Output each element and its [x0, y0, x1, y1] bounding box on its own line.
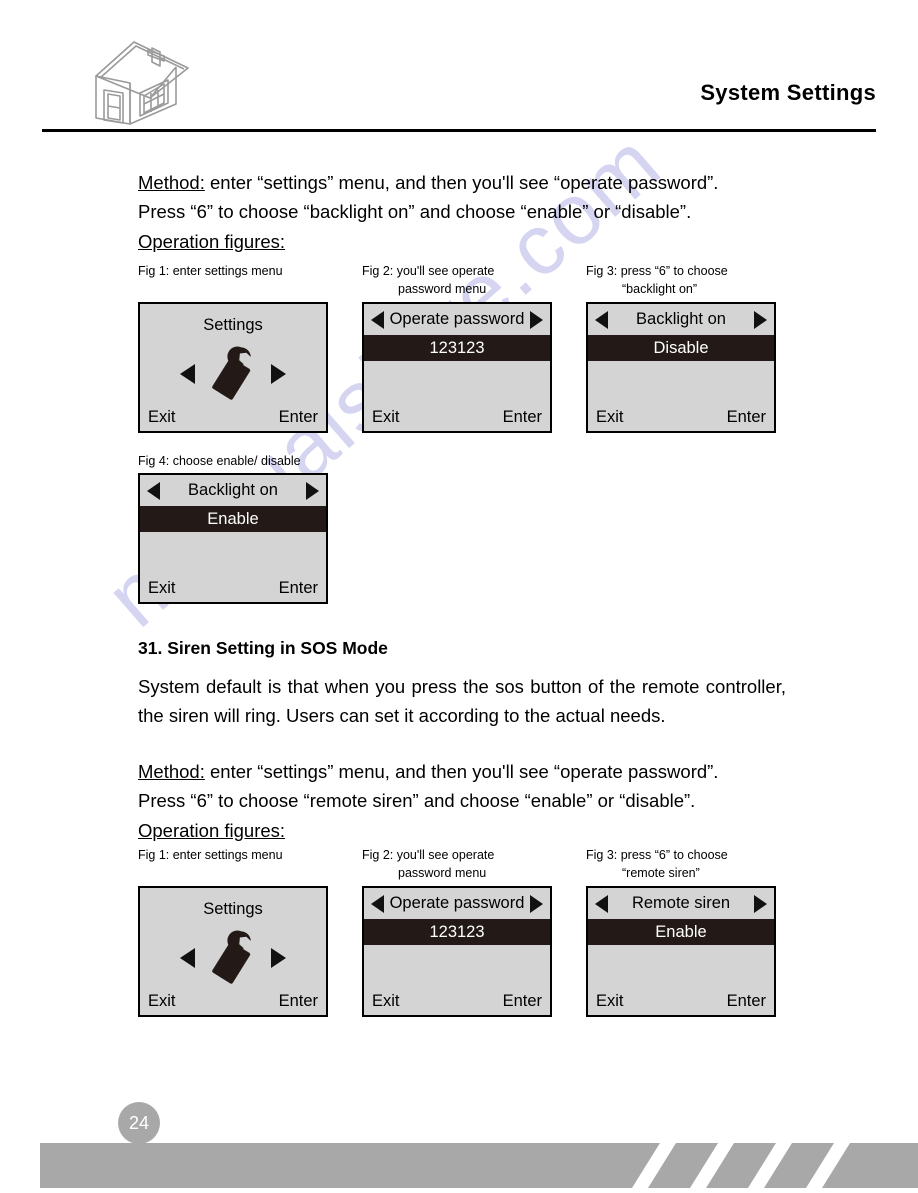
wrench-icon: [206, 927, 260, 989]
method-label-2: Method:: [138, 761, 205, 782]
lcd-footer-g1-settings: Exit Enter: [140, 408, 326, 427]
method-text-1: enter “settings” menu, and then you'll s…: [204, 172, 719, 193]
exit-label[interactable]: Exit: [372, 408, 400, 427]
arrow-right-icon[interactable]: [271, 364, 286, 384]
lcd-title-g1-settings: Settings: [203, 316, 263, 334]
lcd-title-row-g1-fig2: Operate password: [364, 304, 550, 335]
lcd-title-g1-fig4: Backlight on: [188, 481, 278, 499]
exit-label[interactable]: Exit: [148, 408, 176, 427]
arrow-right-icon[interactable]: [271, 948, 286, 968]
method-text-2: enter “settings” menu, and then you'll s…: [204, 761, 719, 782]
section-31-body: System default is that when you press th…: [138, 676, 786, 726]
operation-figures-label-2: Operation figures:: [138, 820, 286, 841]
method-label-1: Method:: [138, 172, 205, 193]
exit-label[interactable]: Exit: [148, 992, 176, 1011]
figure-caption-g1-fig2: Fig 2: you'll see operate password menu: [362, 264, 495, 296]
lcd-highlight-value-g1-fig3: Disable: [653, 338, 709, 357]
figure-caption-g1-fig1: Fig 1: enter settings menu: [138, 264, 283, 278]
arrow-left-icon[interactable]: [595, 894, 608, 913]
lcd-title-g1-fig3: Backlight on: [636, 310, 726, 328]
lcd-title-row-g2-fig2: Operate password: [364, 888, 550, 919]
exit-label[interactable]: Exit: [596, 408, 624, 427]
lcd-title-g2-fig2: Operate password: [389, 894, 525, 912]
figure-caption-g2-fig3: Fig 3: press “6” to choose “remote siren…: [586, 848, 728, 880]
lcd-highlight-value-g2-fig3: Enable: [655, 922, 707, 941]
lcd-highlight-row-g2-fig3[interactable]: Enable: [588, 919, 774, 945]
method-line2-2: Press “6” to choose “remote siren” and c…: [138, 790, 696, 811]
arrow-left-icon[interactable]: [180, 364, 195, 384]
figure-caption-g1-fig3: Fig 3: press “6” to choose “backlight on…: [586, 264, 728, 296]
method-paragraph-1: Method: enter “settings” menu, and then …: [138, 168, 786, 226]
arrow-right-icon[interactable]: [754, 310, 767, 329]
lcd-footer-g2-fig2: Exit Enter: [364, 992, 550, 1011]
house-icon: [90, 36, 194, 126]
lcd-highlight-row-g1-fig3[interactable]: Disable: [588, 335, 774, 361]
enter-label[interactable]: Enter: [279, 579, 318, 598]
lcd-footer-g1-fig2: Exit Enter: [364, 408, 550, 427]
lcd-panel-g1-backlight-disable[interactable]: Backlight on Disable Exit Enter: [586, 302, 776, 433]
lcd-footer-g2-fig3: Exit Enter: [588, 992, 774, 1011]
exit-label[interactable]: Exit: [596, 992, 624, 1011]
lcd-highlight-value-g1-fig4: Enable: [207, 509, 259, 528]
lcd-title-g1-fig2: Operate password: [389, 310, 525, 328]
exit-label[interactable]: Exit: [372, 992, 400, 1011]
arrow-left-icon[interactable]: [371, 894, 384, 913]
lcd-highlight-value-g2-fig2: 123123: [429, 922, 485, 941]
lcd-nav-row-g2-settings: [140, 930, 326, 986]
figure-caption-g2-fig2: Fig 2: you'll see operate password menu: [362, 848, 495, 880]
page-footer: 24: [0, 1080, 918, 1188]
exit-label[interactable]: Exit: [148, 579, 176, 598]
page-title: System Settings: [700, 80, 876, 105]
arrow-right-icon[interactable]: [306, 481, 319, 500]
figure-caption-g1-fig4: Fig 4: choose enable/ disable: [138, 454, 301, 468]
enter-label[interactable]: Enter: [503, 992, 542, 1011]
lcd-panel-g1-operate-password[interactable]: Operate password 123123 Exit Enter: [362, 302, 552, 433]
lcd-panel-g2-remote-siren[interactable]: Remote siren Enable Exit Enter: [586, 886, 776, 1017]
lcd-highlight-row-g1-fig4[interactable]: Enable: [140, 506, 326, 532]
lcd-title-row-g1-fig4: Backlight on: [140, 475, 326, 506]
lcd-title-g2-settings: Settings: [203, 900, 263, 918]
arrow-right-icon[interactable]: [754, 894, 767, 913]
page-header: System Settings: [0, 0, 918, 132]
lcd-footer-g2-settings: Exit Enter: [140, 992, 326, 1011]
method-paragraph-2: Method: enter “settings” menu, and then …: [138, 757, 786, 815]
document-page: System Settings Method: enter “settings”…: [0, 0, 918, 1188]
arrow-right-icon[interactable]: [530, 310, 543, 329]
enter-label[interactable]: Enter: [279, 992, 318, 1011]
wrench-icon: [206, 343, 260, 405]
section-31-heading: 31. Siren Setting in SOS Mode: [138, 638, 388, 658]
lcd-panel-g1-backlight-enable[interactable]: Backlight on Enable Exit Enter: [138, 473, 328, 604]
operation-figures-label-1: Operation figures:: [138, 231, 286, 252]
lcd-nav-row-g1-settings: [140, 346, 326, 402]
enter-label[interactable]: Enter: [727, 992, 766, 1011]
header-divider: [42, 129, 876, 132]
arrow-left-icon[interactable]: [371, 310, 384, 329]
lcd-panel-g1-settings[interactable]: Settings Exit Enter: [138, 302, 328, 433]
enter-label[interactable]: Enter: [503, 408, 542, 427]
lcd-title-row-g1-fig3: Backlight on: [588, 304, 774, 335]
lcd-title-g2-fig3: Remote siren: [631, 894, 731, 912]
lcd-footer-g1-fig3: Exit Enter: [588, 408, 774, 427]
lcd-footer-g1-fig4: Exit Enter: [140, 579, 326, 598]
method-line2-1: Press “6” to choose “backlight on” and c…: [138, 201, 692, 222]
enter-label[interactable]: Enter: [727, 408, 766, 427]
lcd-panel-g2-operate-password[interactable]: Operate password 123123 Exit Enter: [362, 886, 552, 1017]
lcd-highlight-value-g1-fig2: 123123: [429, 338, 485, 357]
figure-caption-g2-fig1: Fig 1: enter settings menu: [138, 848, 283, 862]
arrow-left-icon[interactable]: [595, 310, 608, 329]
page-number-badge: 24: [118, 1102, 160, 1144]
lcd-highlight-row-g2-fig2[interactable]: 123123: [364, 919, 550, 945]
arrow-left-icon[interactable]: [180, 948, 195, 968]
lcd-title-row-g2-fig3: Remote siren: [588, 888, 774, 919]
arrow-right-icon[interactable]: [530, 894, 543, 913]
enter-label[interactable]: Enter: [279, 408, 318, 427]
lcd-panel-g2-settings[interactable]: Settings Exit Enter: [138, 886, 328, 1017]
arrow-left-icon[interactable]: [147, 481, 160, 500]
lcd-highlight-row-g1-fig2[interactable]: 123123: [364, 335, 550, 361]
